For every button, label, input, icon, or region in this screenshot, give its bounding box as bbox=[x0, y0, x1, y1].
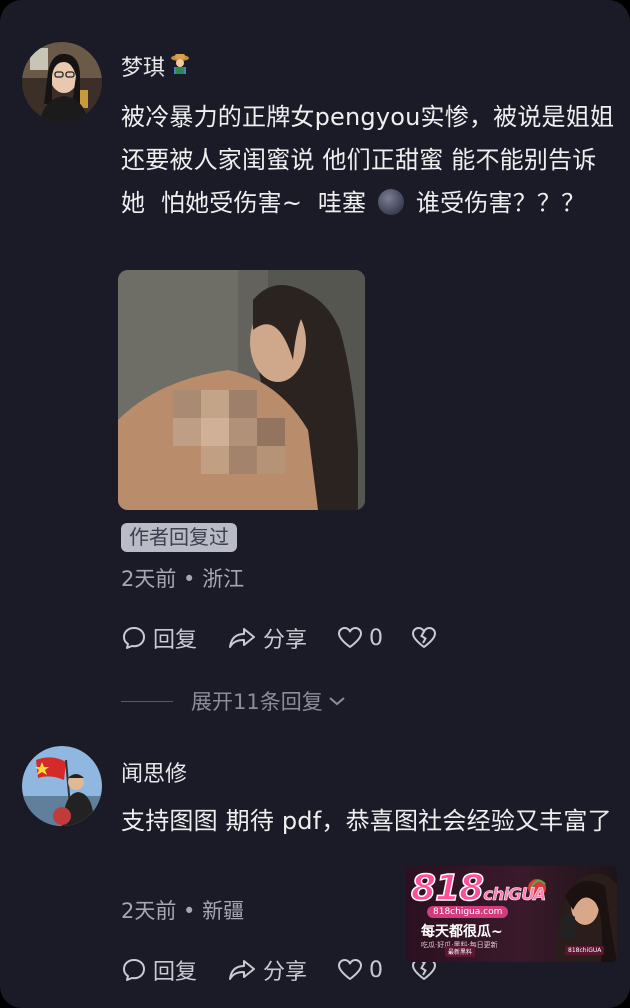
comment-actions: 回复 分享 0 bbox=[121, 622, 437, 654]
heart-icon bbox=[337, 626, 363, 650]
like-button[interactable]: 0 bbox=[337, 958, 411, 983]
avatar[interactable] bbox=[22, 42, 102, 122]
watermark-logo: 818chiGUA 818chigua.com 每天都很瓜~ 吃瓜·好瓜·黑料·… bbox=[405, 866, 617, 962]
watermark-url: 818chigua.com bbox=[427, 906, 509, 918]
comment-bubble-icon bbox=[121, 957, 147, 983]
expand-replies-button[interactable]: 展开11条回复 bbox=[121, 686, 347, 716]
comment-image[interactable] bbox=[118, 270, 365, 510]
comment-bubble-icon bbox=[121, 625, 147, 651]
like-count: 0 bbox=[369, 625, 383, 651]
watermark-brand: 818chiGUA bbox=[410, 867, 546, 910]
share-arrow-icon bbox=[227, 957, 257, 983]
divider bbox=[121, 700, 173, 702]
broken-heart-icon bbox=[411, 626, 437, 650]
author-replied-tag: 作者回复过 bbox=[121, 523, 237, 552]
meta-separator: • bbox=[176, 567, 203, 591]
username[interactable]: 梦琪 bbox=[121, 50, 191, 82]
comment-meta: 2天前 • 浙江 bbox=[121, 563, 244, 593]
comment-time: 2天前 bbox=[121, 567, 177, 591]
like-count: 0 bbox=[369, 957, 383, 983]
avatar[interactable] bbox=[22, 746, 102, 826]
watermark-badge: 818chiGUA bbox=[565, 946, 605, 955]
dark-moon-emoji-icon bbox=[378, 189, 405, 215]
like-button[interactable]: 0 bbox=[337, 626, 411, 651]
comment-location: 浙江 bbox=[202, 567, 245, 591]
comment-location: 新疆 bbox=[202, 899, 245, 923]
share-button[interactable]: 分享 bbox=[227, 954, 337, 986]
username[interactable]: 闻思修 bbox=[121, 756, 187, 788]
comment-time: 2天前 bbox=[121, 899, 177, 923]
comment-text: 支持图图 期待 pdf，恭喜图社会经验又丰富了 bbox=[121, 807, 612, 835]
comment-actions: 回复 分享 0 bbox=[121, 954, 437, 986]
watermark-slogan: 每天都很瓜~ bbox=[421, 924, 503, 940]
heart-icon bbox=[337, 958, 363, 982]
reply-button[interactable]: 回复 bbox=[121, 622, 227, 654]
chevron-down-icon bbox=[327, 689, 347, 713]
comment-text: 被冷暴力的正牌女pengyou实惨，被说是姐姐 还要被人家闺蜜说 他们正甜蜜 能… bbox=[121, 103, 622, 217]
comment-meta: 2天前 • 新疆 bbox=[121, 895, 244, 925]
dislike-button[interactable] bbox=[411, 626, 437, 650]
watermark-badge: 最新黑料 bbox=[445, 946, 476, 957]
meta-separator: • bbox=[176, 899, 203, 923]
comment-list: 梦琪 被冷暴力的正牌女pengyou实惨，被说是姐姐 还要被人家闺蜜说 他们正甜… bbox=[0, 0, 630, 1008]
reply-button[interactable]: 回复 bbox=[121, 954, 227, 986]
share-button[interactable]: 分享 bbox=[227, 622, 337, 654]
farmer-emoji-icon bbox=[169, 52, 191, 80]
share-arrow-icon bbox=[227, 625, 257, 651]
